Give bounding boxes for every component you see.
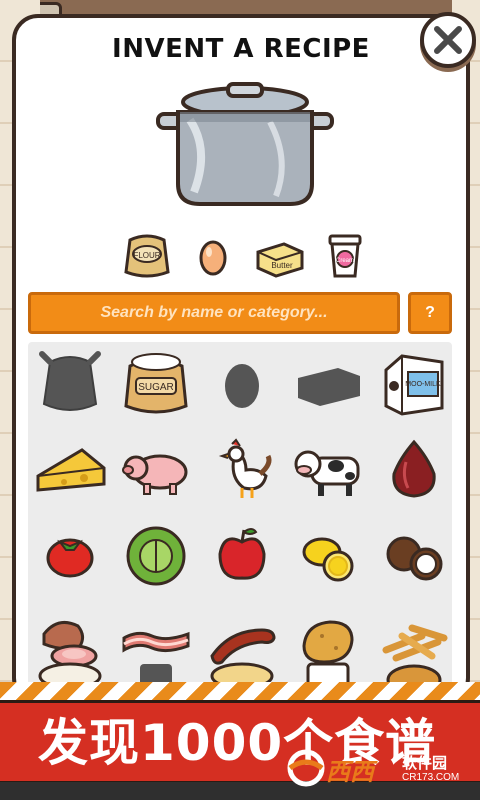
ingredient-egg-locked[interactable] [200,342,284,426]
sugar-label: SUGAR [138,382,174,393]
egg-silhouette-icon [225,364,259,408]
tomato-icon [46,538,94,578]
chicken-icon [218,438,272,498]
ingredient-pig[interactable] [114,428,198,512]
cheese-icon [36,448,106,492]
milk-label: MOO-MILK [405,381,441,388]
butter-silhouette-icon [298,368,360,406]
recipe-slot-butter[interactable]: Butter [254,232,304,280]
cow-icon [294,450,360,496]
cream-label: Cream [336,258,354,264]
ingredient-chicken[interactable] [200,428,284,512]
ingredient-apple[interactable] [200,514,284,598]
cooking-pot-icon[interactable] [150,80,340,212]
ingredient-tomato[interactable] [28,514,112,598]
watermark-sub: 软件园 [402,755,448,772]
ingredient-red-onion[interactable] [372,428,452,512]
butter-label: Butter [271,261,293,270]
ingredient-grid: SUGAR MOO-MILK [28,342,452,687]
flour-sack-silhouette-icon [39,351,101,411]
recipe-slot-flour[interactable]: FLOUR [122,232,172,280]
flour-sack-icon: FLOUR [124,234,170,278]
ingredient-cabbage[interactable] [114,514,198,598]
sugar-sack-icon: SUGAR [124,353,188,414]
search-input[interactable]: Search by name or category... [28,292,400,334]
promo-banner-text: 发现1000个食谱 [38,714,437,772]
ingredient-milk[interactable]: MOO-MILK [372,342,452,426]
bottom-bar [0,782,480,800]
apple-icon [218,528,266,580]
cream-cup-icon: Cream [328,234,362,278]
ingredient-sugar[interactable]: SUGAR [114,342,198,426]
watermark-logo-icon [287,749,325,787]
ingredient-lemon[interactable] [286,514,370,598]
recipe-slots: FLOUR Butter Cream [122,232,370,280]
flour-label: FLOUR [133,251,160,260]
page-title: INVENT A RECIPE [112,34,370,64]
lemon-icon [302,537,354,582]
butter-icon: Butter [256,242,304,278]
red-onion-icon [392,439,436,498]
help-button[interactable]: ? [408,292,452,334]
close-button[interactable] [420,12,476,68]
recipe-slot-egg[interactable] [188,232,238,280]
recipe-slot-cream[interactable]: Cream [320,232,370,280]
close-icon [434,26,462,54]
ingredient-butter-locked[interactable] [286,342,370,426]
ingredient-cow[interactable] [286,428,370,512]
ingredient-flour-locked[interactable] [28,342,112,426]
watermark-brand: 西西 [326,759,374,786]
ingredient-cheese[interactable] [28,428,112,512]
watermark-url: CR173.COM [402,772,460,783]
coconut-icon [386,536,443,581]
ingredient-coconut[interactable] [372,514,452,598]
cabbage-icon [126,526,186,586]
pig-icon [122,454,188,495]
milk-carton-icon: MOO-MILK [384,354,444,416]
egg-icon [199,240,227,276]
